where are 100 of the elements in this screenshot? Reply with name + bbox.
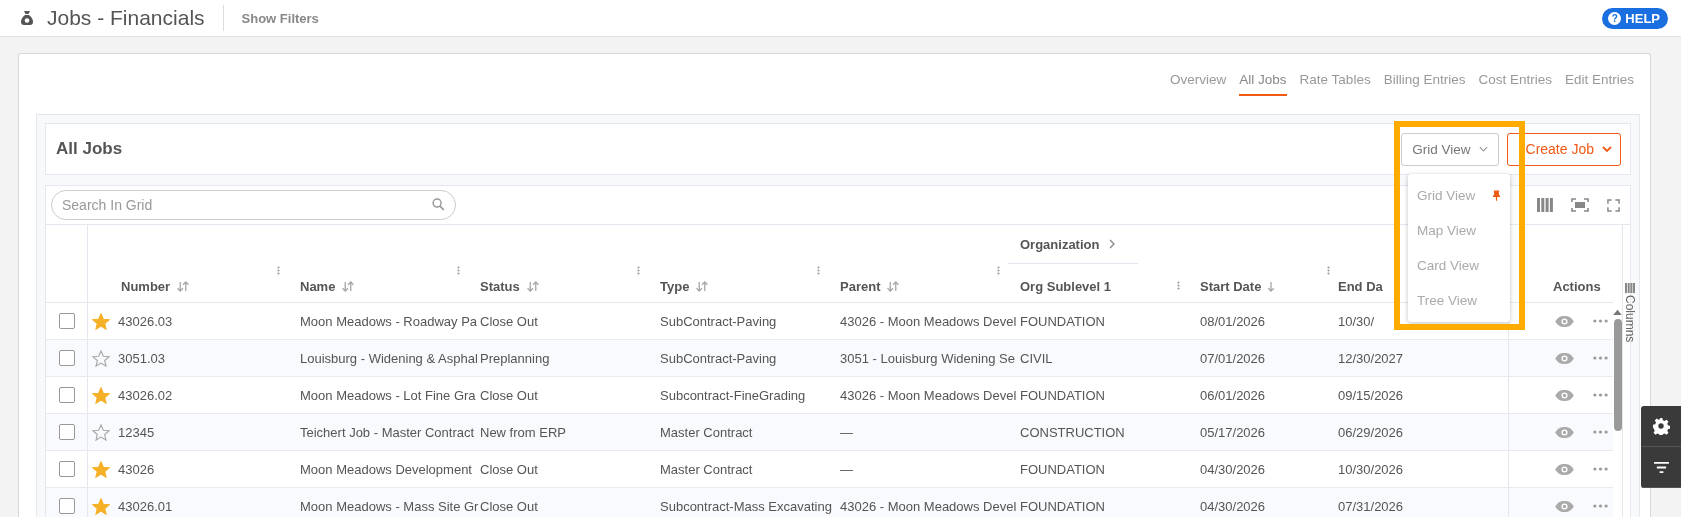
settings-icon [1652,417,1670,435]
more-icon[interactable] [1593,430,1608,434]
sort-icon[interactable] [176,280,191,292]
row-checkbox[interactable] [58,387,75,403]
row-checkbox[interactable] [58,498,75,514]
row-checkbox[interactable] [58,313,75,329]
column-menu-icon[interactable] [817,265,820,276]
money-bag-icon [19,10,35,26]
eye-icon[interactable] [1554,499,1575,513]
table-cell: 06/29/2026 [1338,424,1404,440]
star-outline-icon[interactable] [92,349,110,367]
column-header[interactable]: Start Date [1188,264,1338,302]
column-group-header[interactable]: Organization [1020,236,1100,252]
search-icon [432,198,445,211]
more-icon[interactable] [1593,356,1608,360]
help-button[interactable]: ? HELP [1602,7,1668,29]
more-icon[interactable] [1593,319,1608,323]
eye-icon[interactable] [1554,314,1575,328]
table-cell: 08/01/2026 [1200,313,1266,329]
column-menu-icon[interactable] [637,265,640,276]
table-cell: Preplanning [480,350,550,366]
column-menu-icon[interactable] [1177,280,1180,291]
sort-icon[interactable] [341,280,356,292]
column-header[interactable]: Type [648,264,828,302]
column-header[interactable]: Status [468,264,648,302]
more-icon[interactable] [1593,504,1608,508]
panel-title: All Jobs [56,139,123,159]
table-cell: — [840,461,853,477]
question-icon: ? [1608,11,1622,25]
column-menu-icon[interactable] [277,265,280,276]
sort-icon[interactable] [886,280,901,292]
star-filled-icon[interactable] [92,460,110,478]
star-filled-icon[interactable] [92,386,110,404]
table-cell: 43026.03 [118,313,173,329]
column-menu-icon[interactable] [457,265,460,276]
table-cell: 43026.02 [118,387,173,403]
table-cell: Moon Meadows Development [300,461,472,477]
table-cell: 12/30/2027 [1338,350,1404,366]
columns-icon[interactable] [1625,283,1635,293]
view-dropdown[interactable]: Grid View [1401,132,1499,166]
nav-tab[interactable]: Cost Entries [1478,72,1552,94]
search-field[interactable]: Search In Grid [51,190,456,220]
table-cell: Moon Meadows - Lot Fine Gra [300,387,476,403]
columns-icon[interactable] [1537,198,1553,212]
star-filled-icon[interactable] [92,497,110,515]
filter-button[interactable] [1641,447,1681,488]
nav-tab[interactable]: Overview [1170,72,1227,94]
table-cell: 07/01/2026 [1200,350,1266,366]
create-job-button[interactable]: Create Job [1506,132,1621,166]
scrollbar-thumb[interactable] [1613,319,1622,431]
eye-icon[interactable] [1554,351,1575,365]
settings-button[interactable] [1641,406,1681,447]
show-filters-link[interactable]: Show Filters [241,10,319,26]
table-cell: 06/01/2026 [1200,387,1266,403]
table-cell: Subcontract-Mass Excavating [660,498,832,514]
table-cell: Master Contract [660,424,753,440]
columns-tab[interactable]: Columns [1623,295,1637,343]
star-outline-icon[interactable] [92,423,110,441]
sort-icon[interactable] [695,280,710,292]
sort-icon[interactable] [525,280,540,292]
table-cell: FOUNDATION [1020,461,1105,477]
table-cell: Teichert Job - Master Contract [300,424,475,440]
table-cell: 43026 - Moon Meadows Devel [840,313,1017,329]
column-menu-icon[interactable] [997,265,1000,276]
eye-icon[interactable] [1554,425,1575,439]
eye-icon[interactable] [1554,462,1575,476]
scroll-up-icon[interactable] [1613,309,1622,315]
table-cell: FOUNDATION [1020,313,1105,329]
table-cell: Close Out [480,313,538,329]
table-cell: 07/31/2026 [1338,498,1404,514]
row-checkbox[interactable] [58,350,75,366]
column-menu-icon[interactable] [1327,265,1330,276]
table-cell: Close Out [480,387,538,403]
table-cell: CONSTRUCTION [1020,424,1125,440]
table-cell: FOUNDATION [1020,387,1105,403]
column-header[interactable]: Actions [1508,264,1613,302]
nav-tab[interactable]: Billing Entries [1383,72,1466,94]
table-cell: 05/17/2026 [1200,424,1266,440]
column-header[interactable]: Number [88,264,288,302]
more-icon[interactable] [1593,467,1608,471]
nav-tab[interactable]: Edit Entries [1564,72,1634,94]
table-cell: FOUNDATION [1020,498,1105,514]
eye-icon[interactable] [1554,388,1575,402]
table-cell: SubContract-Paving [660,313,777,329]
sort-down-icon[interactable] [1267,280,1276,292]
column-header[interactable]: Org Sublevel 1 [1008,264,1188,302]
more-icon[interactable] [1593,393,1608,397]
nav-tab[interactable]: Rate Tables [1299,72,1371,94]
column-header[interactable]: Parent [828,264,1008,302]
pin-icon[interactable] [1493,190,1500,201]
row-checkbox[interactable] [58,424,75,440]
column-header[interactable]: Name [288,264,468,302]
row-checkbox[interactable] [58,461,75,477]
table-cell: 3051.03 [118,350,165,366]
star-filled-icon[interactable] [92,312,110,330]
fullscreen-icon[interactable] [1607,198,1620,212]
table-cell: 12345 [118,424,155,440]
chevron-right-icon[interactable] [1109,239,1116,249]
nav-tab[interactable]: All Jobs [1239,72,1287,96]
fit-screen-icon[interactable] [1571,198,1589,212]
